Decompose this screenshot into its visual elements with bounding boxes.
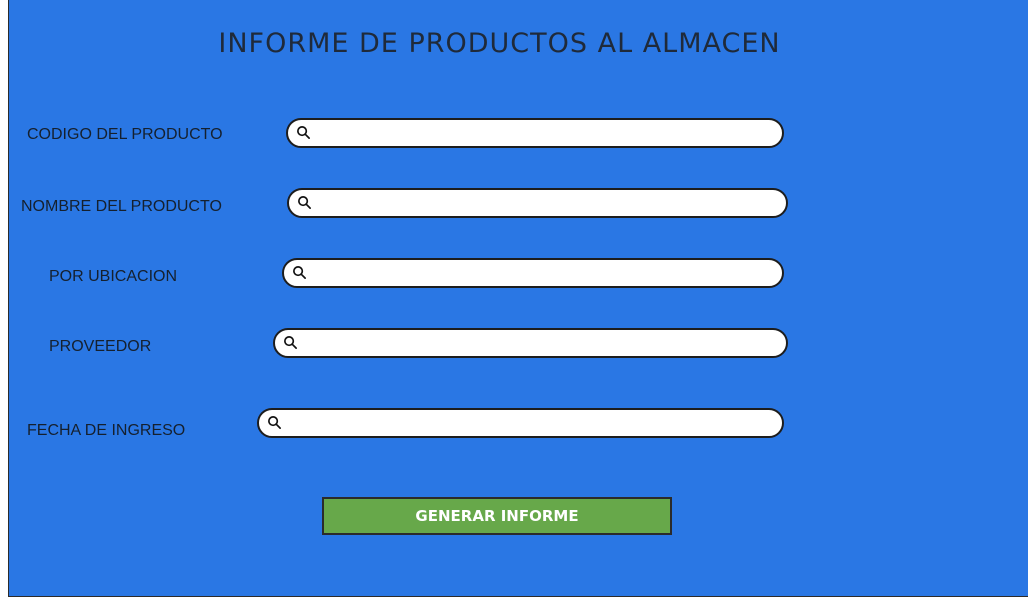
nombre-search-field[interactable]	[287, 188, 788, 218]
search-icon	[284, 336, 297, 349]
fecha-input[interactable]	[287, 412, 770, 434]
ubicacion-input[interactable]	[312, 262, 770, 284]
search-icon	[297, 126, 310, 139]
ubicacion-search-field[interactable]	[282, 258, 784, 288]
search-icon	[268, 416, 281, 429]
codigo-label: CODIGO DEL PRODUCTO	[27, 126, 223, 143]
search-icon	[293, 266, 306, 279]
codigo-input[interactable]	[316, 122, 770, 144]
codigo-search-field[interactable]	[286, 118, 784, 148]
proveedor-label: PROVEEDOR	[49, 338, 152, 355]
nombre-input[interactable]	[317, 192, 774, 214]
nombre-label: NOMBRE DEL PRODUCTO	[21, 198, 222, 215]
proveedor-input[interactable]	[303, 332, 774, 354]
search-icon	[298, 196, 311, 209]
proveedor-search-field[interactable]	[273, 328, 788, 358]
generar-informe-button[interactable]: GENERAR INFORME	[322, 497, 672, 535]
page-title: INFORME DE PRODUCTOS AL ALMACEN	[218, 28, 781, 59]
fecha-label: FECHA DE INGRESO	[27, 422, 186, 439]
ubicacion-label: POR UBICACION	[49, 268, 178, 285]
fecha-search-field[interactable]	[257, 408, 784, 438]
